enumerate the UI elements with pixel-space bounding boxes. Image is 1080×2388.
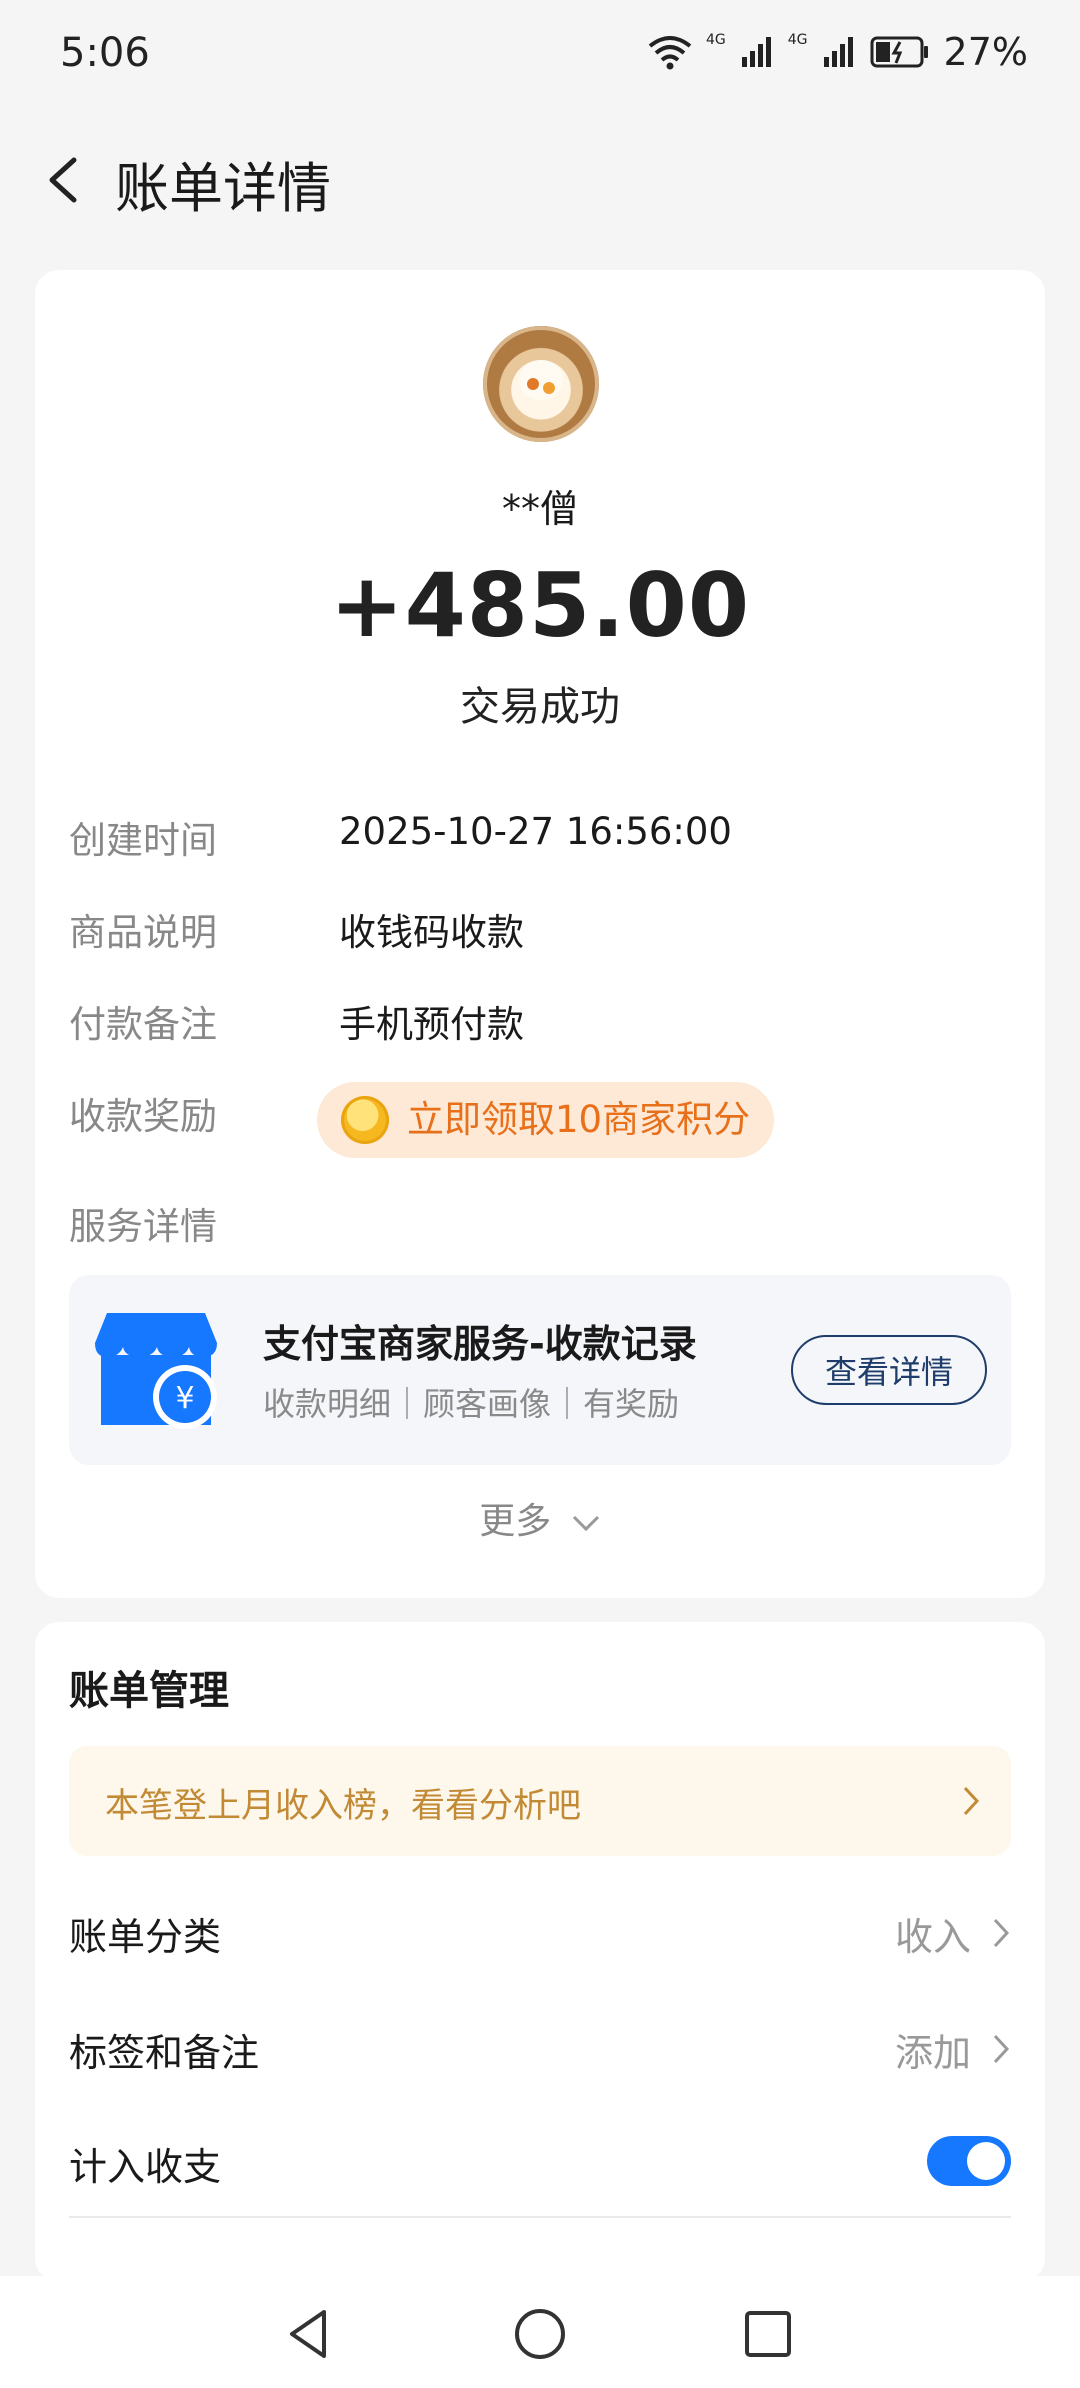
status-icons: 4G 4G 27% — [648, 30, 1028, 74]
tags-notes-label: 标签和备注 — [69, 2031, 260, 2075]
trade-status: 交易成功 — [460, 684, 620, 730]
include-in-budget-toggle[interactable] — [927, 2136, 1011, 2186]
amount: +485.00 — [329, 554, 751, 657]
detail-label: 创建时间 — [69, 819, 217, 862]
avatar-image — [519, 360, 563, 400]
detail-row-product: 商品说明 收钱码收款 — [69, 902, 1009, 962]
chevron-down-icon — [572, 1515, 599, 1532]
service-section: 服务详情 — [69, 1196, 1009, 1256]
merchant-service-card[interactable]: ¥ 支付宝商家服务-收款记录 收款明细｜顾客画像｜有奖励 查看详情 — [69, 1275, 1011, 1465]
divider — [69, 2216, 1011, 2218]
network-type-1: 4G — [706, 32, 726, 48]
detail-value: 2025-10-27 16:56:00 — [339, 810, 732, 853]
reward-text: 立即领取10商家积分 — [407, 1098, 751, 1141]
detail-row-created-time: 创建时间 2025-10-27 16:56:00 — [69, 810, 1009, 870]
nav-recents-icon[interactable] — [738, 2304, 798, 2364]
system-nav-bar — [0, 2276, 1080, 2388]
transaction-card: **僧 +485.00 交易成功 创建时间 2025-10-27 16:56:0… — [35, 270, 1045, 1598]
detail-value: 手机预付款 — [339, 1003, 524, 1046]
include-in-budget-row: 计入收支 — [69, 2116, 1011, 2206]
chevron-right-icon — [993, 1918, 1010, 1948]
reward-label: 收款奖励 — [69, 1095, 217, 1138]
back-icon[interactable] — [36, 150, 96, 210]
view-details-button[interactable]: 查看详情 — [791, 1335, 987, 1405]
more-button[interactable]: 更多 — [35, 1492, 1045, 1544]
detail-value: 收钱码收款 — [339, 911, 524, 954]
service-subtitle: 收款明细｜顾客画像｜有奖励 — [263, 1385, 680, 1423]
bill-management-card: 账单管理 本笔登上月收入榜，看看分析吧 账单分类 收入 标签和备注 添加 计入收… — [35, 1622, 1045, 2282]
wifi-icon — [648, 36, 692, 70]
page-title: 账单详情 — [115, 157, 331, 220]
chevron-right-icon — [993, 2034, 1010, 2064]
avatar — [483, 326, 599, 442]
bill-category-row[interactable]: 账单分类 收入 — [69, 1886, 1011, 1976]
service-title: 支付宝商家服务-收款记录 — [263, 1322, 697, 1366]
signal-icon-2 — [823, 37, 853, 67]
more-label: 更多 — [479, 1501, 552, 1542]
coin-icon — [341, 1096, 389, 1144]
detail-row-note: 付款备注 手机预付款 — [69, 994, 1009, 1054]
bill-category-value: 收入 — [894, 1915, 971, 1959]
battery-level: 27% — [943, 30, 1028, 74]
nav-home-icon[interactable] — [510, 2304, 570, 2364]
nav-back-icon[interactable] — [280, 2304, 340, 2364]
status-time: 5:06 — [60, 30, 150, 76]
bill-category-label: 账单分类 — [69, 1915, 222, 1959]
banner-text: 本笔登上月收入榜，看看分析吧 — [105, 1786, 581, 1826]
detail-label: 付款备注 — [69, 1003, 217, 1046]
svg-text:¥: ¥ — [175, 1381, 194, 1416]
income-ranking-banner[interactable]: 本笔登上月收入榜，看看分析吧 — [69, 1746, 1011, 1856]
service-label: 服务详情 — [69, 1205, 217, 1248]
section-title: 账单管理 — [69, 1668, 229, 1714]
status-bar: 5:06 4G 4G 27% — [0, 0, 1080, 110]
toggle-knob — [967, 2142, 1005, 2180]
shop-icon: ¥ — [95, 1313, 217, 1429]
header: 账单详情 — [0, 130, 1080, 230]
signal-icon — [741, 37, 771, 67]
tags-notes-value: 添加 — [894, 2031, 971, 2075]
reward-claim-button[interactable]: 立即领取10商家积分 — [317, 1082, 775, 1158]
tags-notes-row[interactable]: 标签和备注 添加 — [69, 2002, 1011, 2092]
payer-name: **僧 — [501, 487, 578, 531]
battery-icon — [870, 36, 928, 68]
include-in-budget-label: 计入收支 — [69, 2145, 222, 2189]
network-type-2: 4G — [787, 32, 808, 48]
detail-label: 商品说明 — [69, 911, 217, 954]
chevron-right-icon — [963, 1786, 980, 1816]
